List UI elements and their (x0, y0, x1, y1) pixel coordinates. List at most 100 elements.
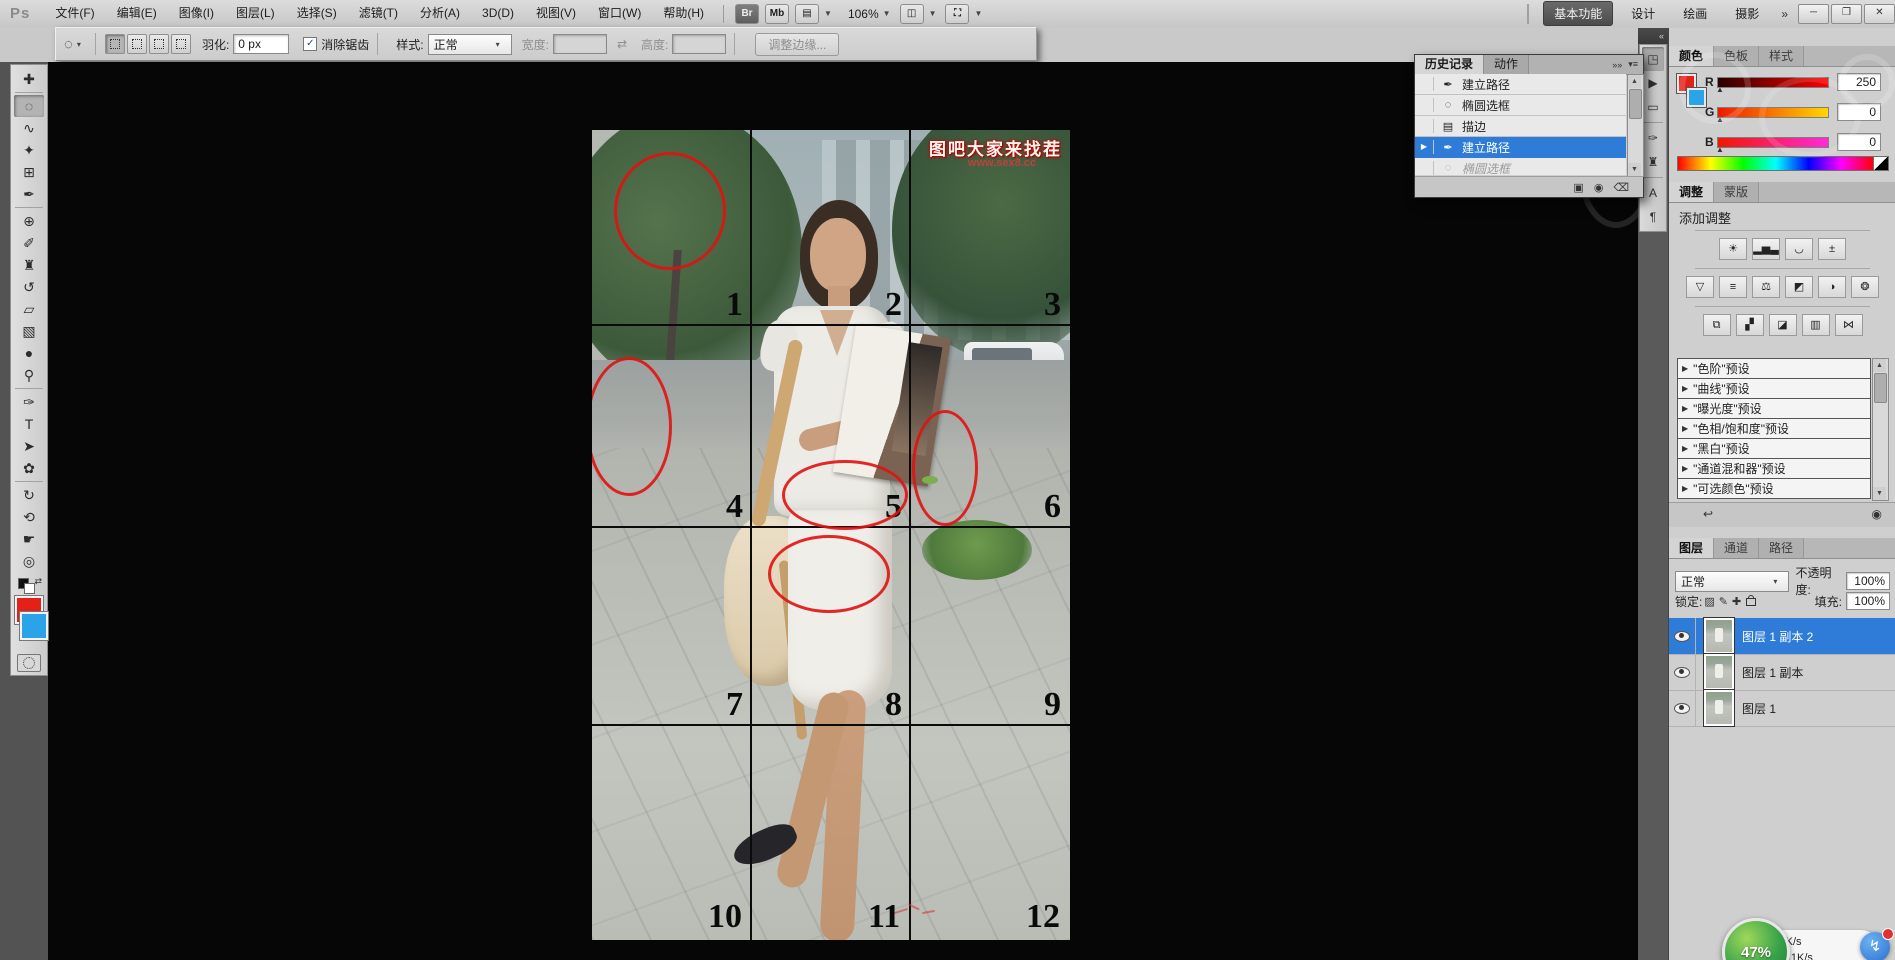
collapse-dock-icon[interactable]: « (1638, 28, 1668, 44)
r-value[interactable]: 250 (1837, 73, 1881, 91)
invert-icon[interactable]: ⧉ (1703, 314, 1731, 336)
screen-mode-icon[interactable]: ⛶ (945, 4, 969, 24)
preset-hue-saturation[interactable]: ▶"色相/饱和度"预设 (1678, 419, 1870, 439)
new-selection-button[interactable] (105, 34, 125, 54)
brush-tool[interactable]: ✐ (14, 232, 44, 254)
panel-brushes-icon[interactable]: ✑ (1642, 126, 1664, 150)
type-tool[interactable]: T (14, 413, 44, 435)
chevron-down-icon[interactable]: ▼ (929, 9, 937, 18)
history-source-box[interactable] (1415, 161, 1434, 175)
layer-thumbnail[interactable] (1704, 654, 1734, 690)
return-to-adjustment-list-icon[interactable]: ↩ (1703, 507, 1713, 521)
eraser-tool[interactable]: ▱ (14, 298, 44, 320)
visibility-toggle[interactable] (1669, 690, 1696, 726)
history-source-box[interactable] (1415, 77, 1434, 91)
layer-row-copy[interactable]: 图层 1 副本 (1669, 654, 1895, 691)
menu-edit[interactable]: 编辑(E) (106, 0, 168, 27)
lasso-tool[interactable]: ∿ (14, 117, 44, 139)
tab-paths[interactable]: 路径 (1759, 538, 1804, 558)
tab-channels[interactable]: 通道 (1714, 538, 1759, 558)
new-snapshot-icon[interactable]: ◉ (1594, 181, 1604, 194)
eyedropper-tool[interactable]: ✒ (14, 183, 44, 205)
visibility-toggle[interactable] (1669, 654, 1696, 690)
menu-file[interactable]: 文件(F) (44, 0, 105, 27)
orbit-3d-tool[interactable]: ⟲ (14, 506, 44, 528)
chevron-down-icon[interactable]: ▼ (974, 9, 982, 18)
menu-layer[interactable]: 图层(L) (225, 0, 286, 27)
panel-character-icon[interactable]: A (1642, 181, 1664, 205)
move-tool[interactable]: ✚ (14, 68, 44, 90)
tab-styles[interactable]: 样式 (1759, 46, 1804, 66)
chevron-down-icon[interactable]: ▾ (77, 40, 81, 49)
levels-icon[interactable]: ▂▅▃ (1752, 238, 1780, 260)
scrollbar-thumb[interactable] (1874, 373, 1887, 403)
lock-paint-icon[interactable]: ✎ (1719, 595, 1728, 608)
history-state[interactable]: ◌ 椭圆选框 (1415, 95, 1626, 116)
history-state-current[interactable]: ▶ ✒ 建立路径 (1415, 137, 1626, 158)
panel-actions-icon[interactable]: ▶ (1642, 71, 1664, 95)
style-dropdown[interactable]: 正常 ▾ (428, 34, 512, 55)
history-state[interactable]: ▤ 描边 (1415, 116, 1626, 137)
layer-row-copy-2[interactable]: 图层 1 副本 2 (1669, 618, 1895, 655)
menu-analysis[interactable]: 分析(A) (409, 0, 471, 27)
view-extras-icon[interactable]: ▤ (795, 4, 819, 24)
menu-3d[interactable]: 3D(D) (471, 0, 525, 27)
feather-input[interactable]: 0 px (233, 34, 289, 54)
collapse-panel-icon[interactable]: »» (1612, 60, 1622, 70)
menu-view[interactable]: 视图(V) (525, 0, 587, 27)
threshold-icon[interactable]: ◪ (1769, 314, 1797, 336)
gradient-tool[interactable]: ▧ (14, 320, 44, 342)
close-button[interactable]: ✕ (1864, 4, 1895, 24)
background-color-swatch[interactable] (20, 612, 48, 640)
lock-transparency-icon[interactable]: ▨ (1704, 595, 1714, 608)
menu-select[interactable]: 选择(S) (286, 0, 348, 27)
zoom-tool[interactable]: ◎ (14, 550, 44, 572)
lock-position-icon[interactable]: ✚ (1732, 595, 1741, 608)
restore-button[interactable]: ❐ (1831, 4, 1862, 24)
gradient-map-icon[interactable]: ▥ (1802, 314, 1830, 336)
workspace-more-icon[interactable]: » (1781, 7, 1788, 21)
workspace-painting[interactable]: 绘画 (1673, 2, 1717, 25)
menu-filter[interactable]: 滤镜(T) (348, 0, 409, 27)
color-spectrum-bar[interactable] (1677, 156, 1875, 171)
workspace-design[interactable]: 设计 (1621, 2, 1665, 25)
panel-paragraph-icon[interactable]: ¶ (1642, 205, 1664, 229)
clone-stamp-tool[interactable]: ♜ (14, 254, 44, 276)
selective-color-icon[interactable]: ⋈ (1835, 314, 1863, 336)
color-balance-icon[interactable]: ⚖ (1752, 276, 1780, 298)
preset-channel-mixer[interactable]: ▶"通道混和器"预设 (1678, 459, 1870, 479)
preset-levels[interactable]: ▶"色阶"预设 (1678, 359, 1870, 379)
b-slider[interactable]: ▲ (1717, 137, 1829, 148)
channel-mixer-icon[interactable]: ❂ (1851, 276, 1879, 298)
launch-mini-bridge-button[interactable]: Mb (765, 4, 789, 24)
brightness-contrast-icon[interactable]: ☀ (1719, 238, 1747, 260)
visibility-toggle[interactable] (1669, 618, 1696, 654)
black-white-icon[interactable]: ◩ (1785, 276, 1813, 298)
vibrance-icon[interactable]: ▽ (1686, 276, 1714, 298)
custom-shape-tool[interactable]: ✿ (14, 457, 44, 479)
preset-curves[interactable]: ▶"曲线"预设 (1678, 379, 1870, 399)
g-value[interactable]: 0 (1837, 103, 1881, 121)
chevron-down-icon[interactable]: ▼ (824, 9, 832, 18)
chevron-down-icon[interactable]: ▼ (883, 9, 891, 18)
refine-edge-button[interactable]: 调整边缘... (755, 33, 839, 56)
curves-icon[interactable]: ◡ (1785, 238, 1813, 260)
blur-tool[interactable]: ● (14, 342, 44, 364)
elliptical-marquee-tool[interactable]: ◌ (14, 95, 44, 117)
posterize-icon[interactable]: ▞ (1736, 314, 1764, 336)
antialias-checkbox[interactable]: ✓ (303, 37, 317, 51)
launch-bridge-button[interactable]: Br (735, 4, 759, 24)
intersect-selection-button[interactable] (171, 34, 191, 54)
panel-menu-icon[interactable]: ▾≡ (1628, 59, 1638, 70)
hand-tool[interactable]: ☛ (14, 528, 44, 550)
history-brush-tool[interactable]: ↺ (14, 276, 44, 298)
layer-name[interactable]: 图层 1 (1742, 700, 1776, 717)
path-selection-tool[interactable]: ➤ (14, 435, 44, 457)
menu-image[interactable]: 图像(I) (168, 0, 225, 27)
spectrum-bw-end[interactable] (1873, 156, 1889, 171)
dodge-tool[interactable]: ⚲ (14, 364, 44, 386)
layer-name[interactable]: 图层 1 副本 2 (1742, 628, 1813, 645)
blend-mode-dropdown[interactable]: 正常 ▾ (1675, 571, 1789, 592)
delete-state-icon[interactable]: ⌫ (1613, 181, 1629, 194)
quick-mask-button[interactable] (17, 654, 41, 672)
